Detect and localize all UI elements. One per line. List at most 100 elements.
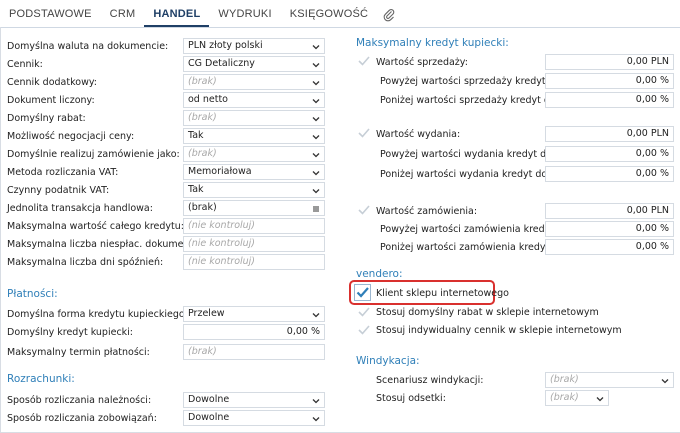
label-left-field: Dokument liczony: — [7, 95, 95, 106]
label-left-field: Jednolita transakcja handlowa: — [7, 203, 153, 214]
checkbox-klient-sklepu[interactable] — [354, 284, 371, 301]
tab-attachments[interactable] — [377, 1, 401, 27]
left-field-select[interactable]: PLN złoty polski — [183, 38, 325, 54]
credit-sub-value: 0,00 % — [635, 75, 669, 86]
credit-main-input[interactable]: 0,00 PLN — [545, 126, 674, 142]
credit-main-value: 0,00 PLN — [626, 56, 669, 67]
label-platnosci-field: Maksymalny termin płatności: — [7, 347, 150, 358]
label-left-field: Domyślnie realizuj zamówienie jako: — [7, 149, 180, 160]
checkmark-icon — [358, 128, 370, 138]
rozrachunki-value: Dowolne — [188, 394, 230, 405]
credit-sub-input[interactable]: 0,00 % — [545, 239, 674, 255]
platnosci-input[interactable]: 0,00 % — [183, 324, 325, 340]
credit-sub-input[interactable]: 0,00 % — [545, 146, 674, 162]
chevron-down-icon — [312, 117, 320, 122]
credit-sub-value: 0,00 % — [635, 94, 669, 105]
credit-sub-input[interactable]: 0,00 % — [545, 92, 674, 108]
label-left-field: Maksymalna wartość całego kredytu: — [7, 221, 184, 232]
scenariusz-windykacji-select[interactable]: (brak) — [545, 372, 674, 388]
label-credit-sub: Poniżej wartości zamówienia kredyt do: — [380, 242, 568, 253]
left-field-value: (brak) — [188, 202, 217, 213]
tab-ksiegowosc[interactable]: KSIĘGOWOŚĆ — [281, 1, 377, 27]
credit-sub-input[interactable]: 0,00 % — [545, 166, 674, 182]
label-left-field: Domyślna waluta na dokumencie: — [7, 41, 169, 52]
tab-wydruki[interactable]: WYDRUKI — [209, 1, 280, 27]
left-field-input[interactable]: (nie kontroluj) — [183, 218, 325, 234]
tab-podstawowe[interactable]: PODSTAWOWE — [0, 1, 101, 27]
tab-bar: PODSTAWOWE CRM HANDEL WYDRUKI KSIĘGOWOŚĆ — [0, 0, 680, 28]
left-field-input[interactable]: (nie kontroluj) — [183, 254, 325, 270]
checkbox-credit-group[interactable] — [357, 203, 371, 217]
tab-handel[interactable]: HANDEL — [144, 1, 210, 27]
section-title-max-kredyt: Maksymalny kredyt kupiecki: — [356, 37, 509, 49]
left-field-value: od netto — [188, 94, 228, 105]
left-field-value: (nie kontroluj) — [188, 220, 256, 231]
chevron-down-icon — [312, 135, 320, 140]
left-field-select[interactable]: CG Detaliczny — [183, 56, 325, 72]
left-field-select[interactable]: Tak — [183, 182, 325, 198]
left-field-value: PLN złoty polski — [188, 40, 263, 51]
left-field-value: Tak — [188, 184, 204, 195]
left-field-select[interactable]: Memoriałowa — [183, 164, 325, 180]
label-rozrachunki-field: Sposób rozliczania zobowiązań: — [7, 413, 157, 424]
checkbox-credit-group[interactable] — [357, 126, 371, 140]
chevron-down-icon — [596, 397, 604, 402]
label-scenariusz-windykacji: Scenariusz windykacji: — [376, 375, 484, 386]
label-credit-sub: Powyżej wartości zamówienia kredyt do: — [380, 224, 573, 235]
chevron-down-icon — [312, 399, 320, 404]
rozrachunki-select[interactable]: Dowolne — [183, 410, 325, 426]
chevron-down-icon — [312, 63, 320, 68]
platnosci-value: 0,00 % — [286, 326, 320, 337]
platnosci-select[interactable]: Przelew — [183, 306, 325, 322]
left-field-value: (brak) — [188, 148, 217, 159]
label-credit-sub: Poniżej wartości sprzedaży kredyt do: — [380, 95, 559, 106]
label-platnosci-field: Domyślna forma kredytu kupieckiego: — [7, 309, 188, 320]
label-indywidualny-cennik: Stosuj indywidualny cennik w sklepie int… — [376, 325, 622, 336]
left-field-select[interactable]: (brak) — [183, 146, 325, 162]
section-title-rozrachunki: Rozrachunki: — [7, 373, 75, 385]
rozrachunki-value: Dowolne — [188, 412, 230, 423]
tab-crm[interactable]: CRM — [101, 1, 145, 27]
chevron-down-icon — [312, 45, 320, 50]
stosuj-odsetki-select[interactable]: (brak) — [545, 390, 609, 406]
left-field-select[interactable]: (brak) — [183, 200, 325, 216]
paperclip-icon — [383, 9, 395, 22]
rozrachunki-select[interactable]: Dowolne — [183, 392, 325, 408]
chevron-down-icon — [312, 171, 320, 176]
credit-sub-input[interactable]: 0,00 % — [545, 221, 674, 237]
checkmark-icon — [358, 205, 370, 215]
left-field-value: Tak — [188, 130, 204, 141]
left-field-select[interactable]: Tak — [183, 128, 325, 144]
credit-sub-value: 0,00 % — [635, 223, 669, 234]
left-field-select[interactable]: od netto — [183, 92, 325, 108]
label-credit-main: Wartość zamówienia: — [376, 206, 478, 217]
credit-sub-input[interactable]: 0,00 % — [545, 73, 674, 89]
checkmark-icon — [358, 325, 370, 335]
label-platnosci-field: Domyślny kredyt kupiecki: — [7, 327, 134, 338]
label-left-field: Możliwość negocjacji ceny: — [7, 131, 135, 142]
left-field-select[interactable]: (brak) — [183, 110, 325, 126]
label-klient-sklepu: Klient sklepu internetowego — [376, 288, 509, 299]
credit-sub-value: 0,00 % — [635, 168, 669, 179]
checkbox-credit-group[interactable] — [357, 54, 371, 68]
platnosci-input[interactable]: (brak) — [183, 344, 325, 360]
odsetki-value: (brak) — [550, 392, 579, 403]
checkbox-indywidualny-cennik[interactable] — [357, 323, 371, 337]
checkmark-icon — [358, 307, 370, 317]
platnosci-value: Przelew — [188, 308, 225, 319]
checkbox-domyslny-rabat[interactable] — [357, 305, 371, 319]
chevron-down-icon — [312, 153, 320, 158]
left-field-input[interactable]: (nie kontroluj) — [183, 236, 325, 252]
chevron-down-icon — [312, 81, 320, 86]
label-credit-sub: Poniżej wartości wydania kredyt do: — [380, 169, 551, 180]
credit-main-input[interactable]: 0,00 PLN — [545, 54, 674, 70]
credit-main-input[interactable]: 0,00 PLN — [545, 203, 674, 219]
label-left-field: Cennik: — [7, 59, 43, 70]
left-field-value: CG Detaliczny — [188, 58, 255, 69]
section-title-windykacja: Windykacja: — [356, 355, 420, 367]
credit-sub-value: 0,00 % — [635, 241, 669, 252]
credit-main-value: 0,00 PLN — [626, 205, 669, 216]
chevron-down-icon — [312, 99, 320, 104]
left-field-select[interactable]: (brak) — [183, 74, 325, 90]
credit-sub-value: 0,00 % — [635, 148, 669, 159]
